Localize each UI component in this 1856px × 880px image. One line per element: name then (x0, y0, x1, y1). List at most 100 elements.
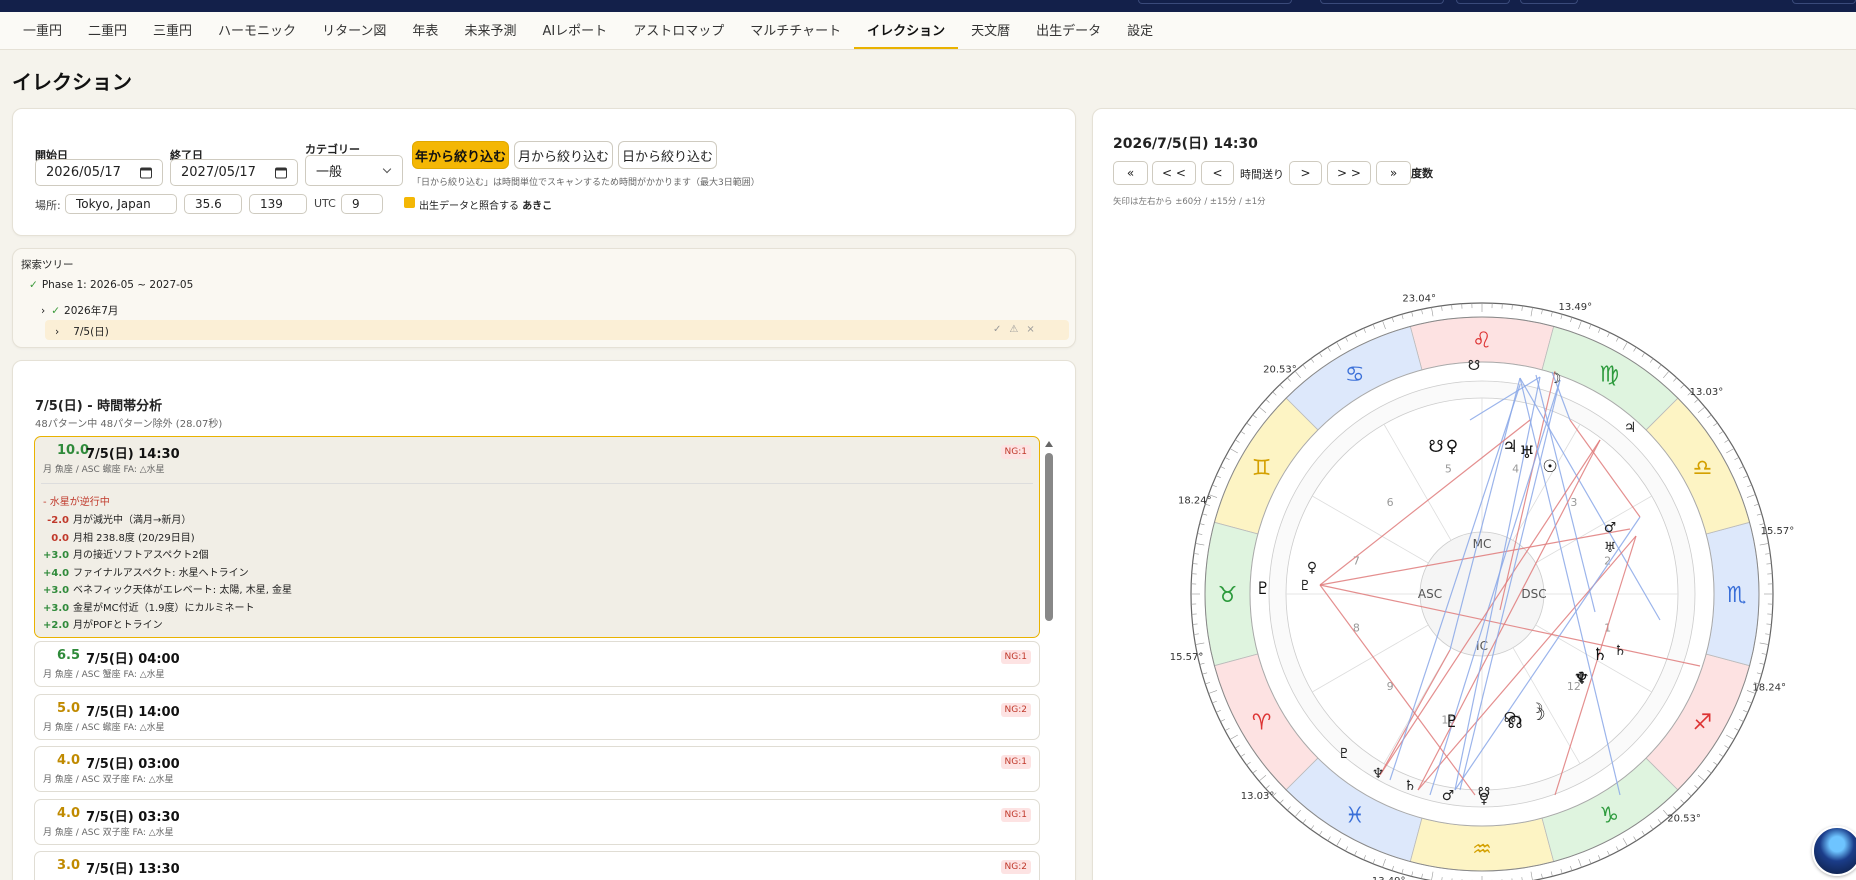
planet-glyph-icon[interactable]: ♅ (1604, 540, 1617, 556)
planet-glyph-icon[interactable]: ☽ (1549, 371, 1562, 387)
house-number: 3 (1570, 496, 1577, 509)
planet-glyph-icon[interactable]: ♄ (1614, 643, 1627, 659)
tree-day-row[interactable] (45, 320, 1069, 340)
filter-by-month-button[interactable]: 月から絞り込む (514, 141, 613, 169)
calendar-icon (275, 167, 287, 178)
start-date-input[interactable]: 2026/05/17 (35, 159, 163, 186)
detail-item: 0.0 月相 238.8度 (20/29日目) (43, 529, 195, 544)
tree-month[interactable]: › ✓ 2026年7月 (41, 303, 118, 318)
nav-tab-4[interactable]: ハーモニック (205, 12, 309, 49)
top-control[interactable] (1138, 0, 1292, 4)
result-summary: 月 魚座 / ASC 双子座 FA: △水星 (43, 828, 174, 838)
planet-glyph-icon[interactable]: ♃ (1502, 437, 1517, 457)
forward-60min-button[interactable]: » (1376, 161, 1411, 185)
utc-input[interactable]: 9 (341, 194, 383, 214)
nav-tab-3[interactable]: 三重円 (140, 12, 205, 49)
cusp-degree-label: 15.57° (1170, 652, 1204, 663)
nav-tab-6[interactable]: 年表 (399, 12, 451, 49)
nav-tab-1[interactable]: 一重円 (10, 12, 75, 49)
nav-tab-9[interactable]: アストロマップ (620, 12, 737, 49)
planet-glyph-icon[interactable]: ♀ (1479, 791, 1489, 807)
back-1min-button[interactable]: < (1201, 161, 1234, 185)
compare-checkbox[interactable] (404, 197, 415, 208)
planet-glyph-icon[interactable]: ☋ (1428, 437, 1443, 457)
planet-glyph-icon[interactable]: ♀ (1446, 437, 1458, 457)
detail-warning: - 水星が逆行中 (43, 497, 110, 508)
back-15min-button[interactable]: < < (1152, 161, 1196, 185)
detail-score: +3.0 (43, 550, 70, 561)
top-control[interactable] (1320, 0, 1444, 4)
top-control[interactable] (1792, 0, 1856, 4)
result-row[interactable]: 10.0 7/5(日) 14:30 月 魚座 / ASC 蠍座 FA: △水星 NG:… (34, 436, 1040, 638)
nav-tab-11[interactable]: イレクション (854, 12, 959, 49)
chevron-down-icon (382, 164, 392, 174)
scroll-thumb[interactable] (1045, 453, 1053, 621)
planet-glyph-icon[interactable]: ♃ (1624, 420, 1637, 436)
result-row[interactable]: 3.0 7/5(日) 13:30 NG:2 (34, 851, 1040, 880)
planet-glyph-icon[interactable]: ☊ (1507, 713, 1522, 733)
nav-tab-5[interactable]: リターン図 (309, 12, 399, 49)
calendar-icon (140, 167, 152, 178)
result-row[interactable]: 5.0 7/5(日) 14:00 月 魚座 / ASC 蠍座 FA: △水星 NG:2 (34, 694, 1040, 740)
place-input[interactable]: Tokyo, Japan (65, 194, 177, 214)
top-control[interactable] (1520, 0, 1578, 4)
compare-name: あきこ (522, 201, 553, 212)
planet-glyph-icon[interactable]: ♅ (1519, 443, 1534, 463)
back-60min-button[interactable]: « (1113, 161, 1148, 185)
detail-text: 月相 238.8度 (20/29日目) (73, 532, 195, 544)
category-select[interactable]: 一般 (305, 155, 403, 186)
assistant-avatar[interactable] (1812, 826, 1856, 876)
longitude-input[interactable]: 139 (249, 194, 307, 214)
planet-glyph-icon[interactable]: ♇ (1299, 578, 1312, 594)
cusp-degree-label: 13.03° (1241, 791, 1275, 802)
tree-day-status: ✓ ⚠ × (993, 324, 1043, 335)
forward-15min-button[interactable]: > > (1327, 161, 1371, 185)
close-icon[interactable]: × (1026, 324, 1042, 335)
result-row[interactable]: 4.0 7/5(日) 03:30 月 魚座 / ASC 双子座 FA: △水星 NG:… (34, 799, 1040, 845)
top-control[interactable] (1456, 0, 1510, 4)
result-row[interactable]: 4.0 7/5(日) 03:00 月 魚座 / ASC 双子座 FA: △水星 NG:… (34, 746, 1040, 792)
check-icon[interactable]: ✓ (993, 324, 1009, 335)
planet-glyph-icon[interactable]: ♀ (1307, 560, 1317, 576)
tree-phase[interactable]: ✓ Phase 1: 2026-05 ~ 2027-05 (29, 279, 193, 291)
result-row[interactable]: 6.5 7/5(日) 04:00 月 魚座 / ASC 蟹座 FA: △水星 NG:1 (34, 641, 1040, 687)
cusp-degree-label: 18.24° (1178, 496, 1212, 507)
nav-tab-7[interactable]: 未来予測 (451, 12, 529, 49)
zodiac-sign-icon: ♌ (1472, 329, 1492, 354)
warning-icon[interactable]: ⚠ (1009, 324, 1026, 335)
zodiac-sign-icon: ♑ (1599, 803, 1619, 828)
planet-glyph-icon[interactable]: ♆ (1574, 669, 1589, 689)
nav-tab-13[interactable]: 出生データ (1023, 12, 1114, 49)
scroll-up-icon[interactable] (1045, 441, 1053, 447)
detail-text: ファイナルアスペクト: 水星へトライン (73, 567, 249, 579)
axis-label-asc: ASC (1418, 587, 1442, 601)
nav-tab-8[interactable]: AIレポート (529, 12, 620, 49)
planet-glyph-icon[interactable]: ♂ (1442, 788, 1455, 804)
nav-tab-2[interactable]: 二重円 (75, 12, 140, 49)
planet-glyph-icon[interactable]: ☉ (1542, 457, 1557, 477)
latitude-input[interactable]: 35.6 (184, 194, 242, 214)
planet-glyph-icon[interactable]: ♇ (1444, 712, 1459, 732)
nav-tab-10[interactable]: マルチチャート (737, 12, 854, 49)
planet-glyph-icon[interactable]: ♆ (1372, 766, 1385, 782)
filter-by-year-button[interactable]: 年から絞り込む (412, 141, 509, 169)
end-date-input[interactable]: 2027/05/17 (170, 159, 298, 186)
planet-glyph-icon[interactable]: ♂ (1604, 520, 1617, 536)
planet-glyph-icon[interactable]: ♄ (1404, 778, 1417, 794)
result-score: 4.0 (57, 753, 81, 768)
ng-badge: NG:2 (1000, 860, 1031, 874)
results-scrollbar[interactable] (1044, 441, 1054, 880)
nav-tab-12[interactable]: 天文暦 (958, 12, 1023, 49)
planet-glyph-icon[interactable]: ☋ (1468, 358, 1480, 374)
filter-by-day-button[interactable]: 日から絞り込む (618, 141, 717, 169)
forward-1min-button[interactable]: > (1289, 161, 1322, 185)
tree-phase-label: Phase 1: 2026-05 ~ 2027-05 (41, 279, 194, 291)
detail-item: +3.0 月の接近ソフトアスペクト2個 (43, 546, 209, 561)
planet-glyph-icon[interactable]: ☽ (1530, 705, 1545, 725)
nav-tab-14[interactable]: 設定 (1114, 12, 1166, 49)
planet-glyph-icon[interactable]: ♇ (1255, 579, 1270, 599)
planet-glyph-icon[interactable]: ♄ (1592, 645, 1607, 665)
time-hint: 矢印は左右から ±60分 / ±15分 / ±1分 (1113, 197, 1266, 207)
zodiac-sign-icon: ♒ (1472, 838, 1492, 863)
planet-glyph-icon[interactable]: ♇ (1338, 746, 1351, 762)
